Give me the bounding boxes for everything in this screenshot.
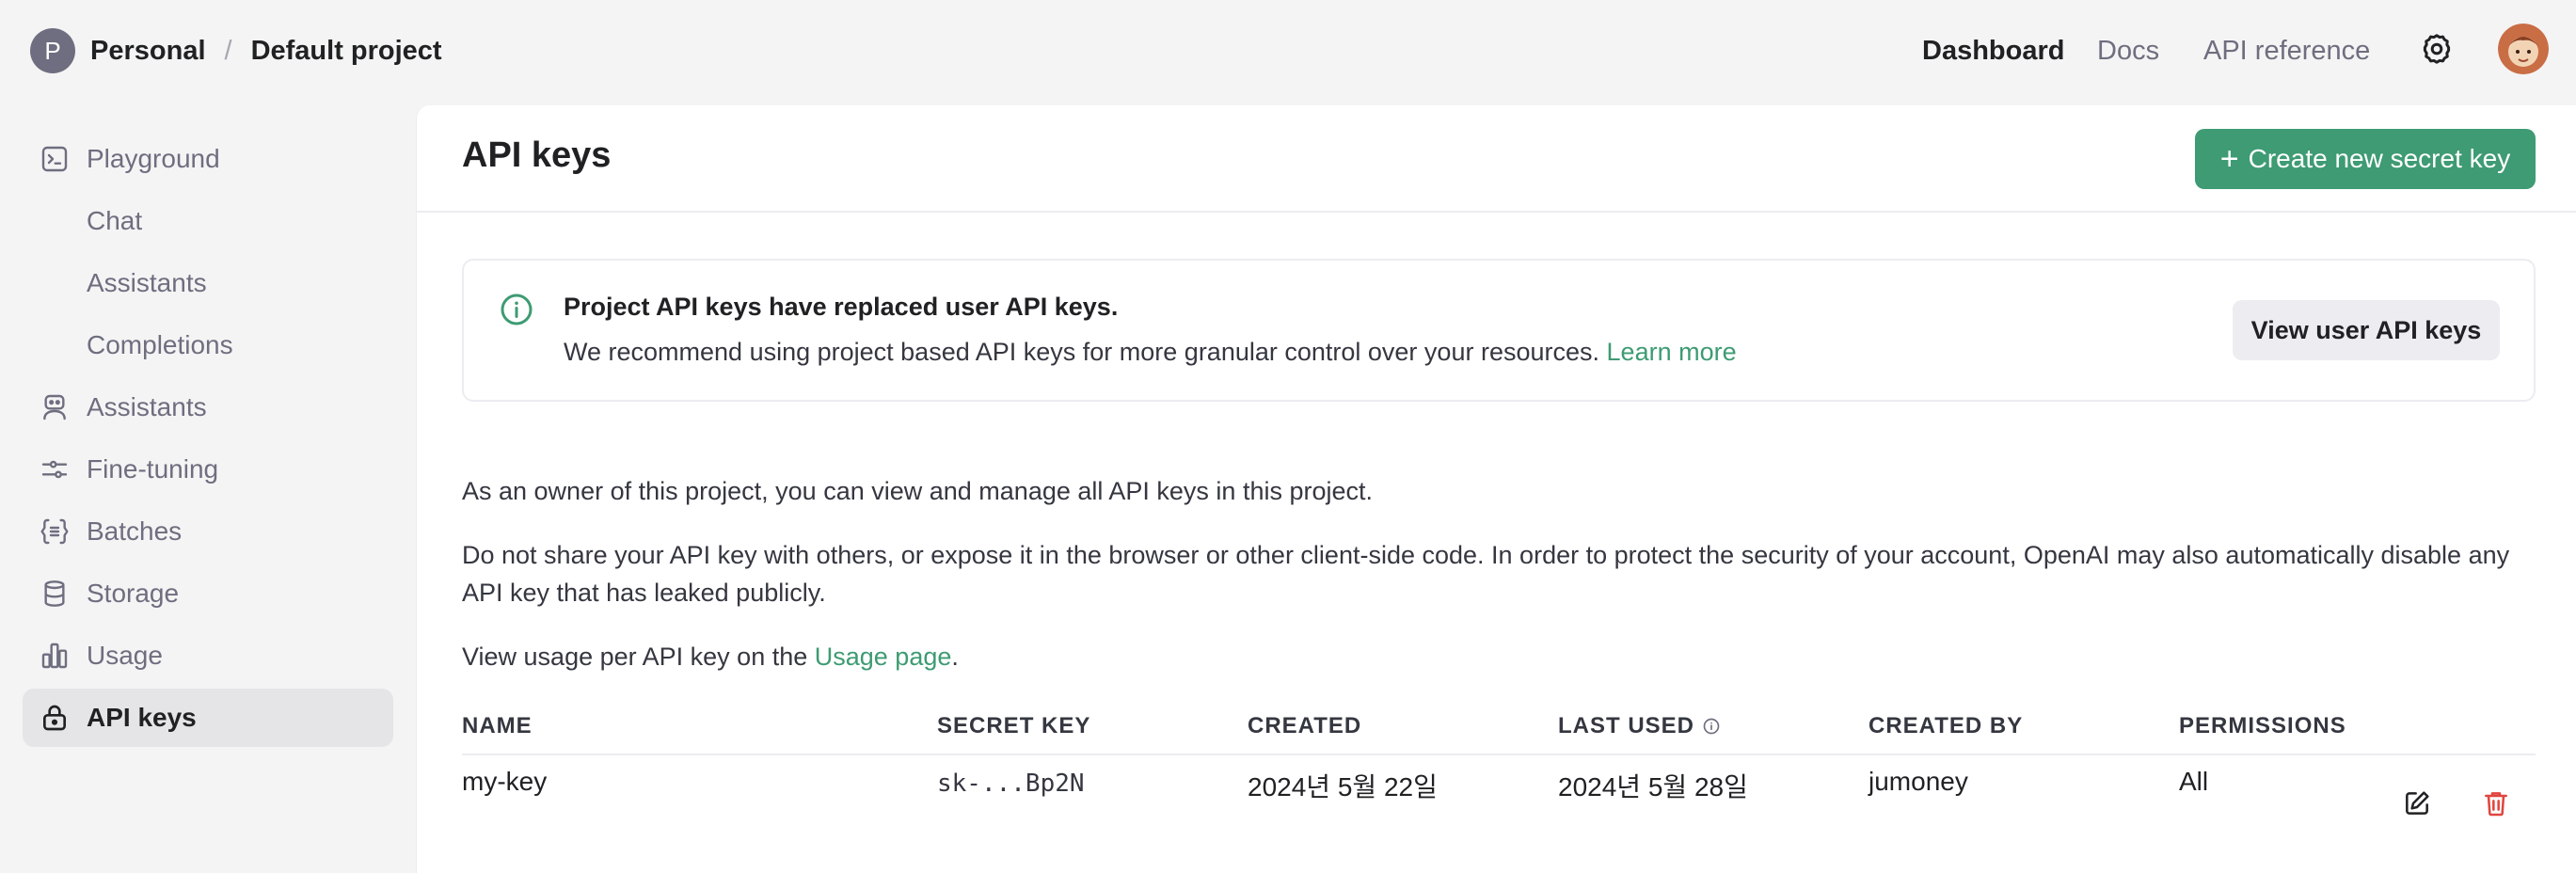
org-avatar[interactable]: P	[30, 28, 75, 73]
sidebar-item-label: Fine-tuning	[87, 454, 219, 484]
security-warning: Do not share your API key with others, o…	[462, 541, 2510, 607]
notice-body: We recommend using project based API key…	[564, 338, 1737, 367]
notice-body-text: We recommend using project based API key…	[564, 338, 1600, 366]
breadcrumb-separator: /	[224, 35, 232, 66]
bar-chart-icon	[34, 635, 75, 676]
breadcrumb-org[interactable]: Personal	[90, 36, 206, 67]
sidebar-item-label: Usage	[87, 641, 163, 670]
info-notice: Project API keys have replaced user API …	[462, 259, 2536, 402]
key-created-by: jumoney	[1868, 767, 1968, 796]
column-header-secret-key: SECRET KEY	[937, 713, 1091, 738]
sidebar-item-storage[interactable]: Storage	[23, 564, 393, 623]
nav-api-reference[interactable]: API reference	[2203, 32, 2370, 70]
sidebar-item-assistants[interactable]: Assistants	[23, 378, 393, 436]
owner-description: As an owner of this project, you can vie…	[462, 477, 1374, 505]
sidebar-item-label: Storage	[87, 579, 180, 608]
trash-icon[interactable]	[2475, 783, 2517, 824]
key-name: my-key	[462, 767, 548, 796]
key-last-used: 2024년 5월 28일	[1558, 772, 1748, 802]
key-created: 2024년 5월 22일	[1248, 772, 1438, 802]
database-icon	[34, 573, 75, 614]
sidebar-item-usage[interactable]: Usage	[23, 627, 393, 685]
robot-icon	[34, 387, 75, 428]
usage-page-link[interactable]: Usage page	[815, 643, 952, 671]
terminal-icon	[34, 138, 75, 180]
sidebar-item-label: Chat	[87, 206, 143, 235]
usage-note-suffix: .	[951, 643, 959, 671]
info-icon[interactable]	[1702, 717, 1721, 736]
sidebar-item-label: Completions	[87, 330, 233, 359]
plus-icon: +	[2219, 141, 2239, 177]
sidebar-item-label: Playground	[87, 144, 220, 173]
view-user-api-keys-button[interactable]: View user API keys	[2233, 300, 2500, 360]
column-header-created-by: CREATED BY	[1868, 713, 2024, 738]
sidebar-item-label: Assistants	[87, 392, 207, 421]
create-secret-key-button[interactable]: + Create new secret key	[2195, 129, 2536, 189]
main-panel: API keys + Create new secret key Project…	[416, 105, 2576, 873]
nav-docs[interactable]: Docs	[2097, 32, 2159, 70]
braces-list-icon	[34, 511, 75, 552]
sidebar-item-chat[interactable]: Chat	[23, 192, 393, 250]
sidebar-item-playground-assistants[interactable]: Assistants	[23, 254, 393, 312]
page-header: API keys + Create new secret key	[417, 105, 2576, 213]
lock-icon	[34, 697, 75, 738]
sidebar-item-playground[interactable]: Playground	[23, 130, 393, 188]
column-header-created: CREATED	[1248, 713, 1362, 738]
sliders-icon	[34, 449, 75, 490]
page-title: API keys	[462, 135, 612, 175]
key-permissions: All	[2179, 767, 2209, 796]
nav-dashboard[interactable]: Dashboard	[1922, 32, 2064, 70]
usage-note-prefix: View usage per API key on the	[462, 643, 815, 671]
breadcrumb-project[interactable]: Default project	[251, 36, 442, 67]
key-secret: sk-...Bp2N	[937, 770, 1085, 798]
column-header-permissions: PERMISSIONS	[2179, 713, 2346, 738]
info-icon	[501, 294, 533, 325]
sidebar-item-api-keys[interactable]: API keys	[23, 689, 393, 747]
column-header-last-used-label: LAST USED	[1558, 713, 1695, 738]
edit-icon[interactable]	[2396, 783, 2438, 824]
table-divider	[462, 754, 2536, 755]
breadcrumb: Personal / Default project	[90, 32, 442, 70]
learn-more-link[interactable]: Learn more	[1607, 338, 1737, 366]
create-secret-key-label: Create new secret key	[2248, 144, 2511, 173]
sidebar-item-label: API keys	[87, 703, 197, 732]
user-avatar[interactable]	[2498, 24, 2549, 74]
column-header-name: NAME	[462, 713, 533, 738]
sidebar-item-batches[interactable]: Batches	[23, 502, 393, 561]
notice-title: Project API keys have replaced user API …	[564, 293, 1119, 321]
sidebar-item-label: Batches	[87, 516, 183, 546]
gear-icon[interactable]	[2418, 28, 2456, 70]
usage-note: View usage per API key on the Usage page…	[462, 638, 2541, 675]
sidebar: Playground Chat Assistants Completions A…	[0, 105, 416, 873]
top-bar: P Personal / Default project Dashboard D…	[0, 0, 2576, 105]
sidebar-item-label: Assistants	[87, 268, 207, 297]
sidebar-item-completions[interactable]: Completions	[23, 316, 393, 374]
column-header-last-used: LAST USED	[1558, 713, 1721, 739]
sidebar-item-fine-tuning[interactable]: Fine-tuning	[23, 440, 393, 499]
